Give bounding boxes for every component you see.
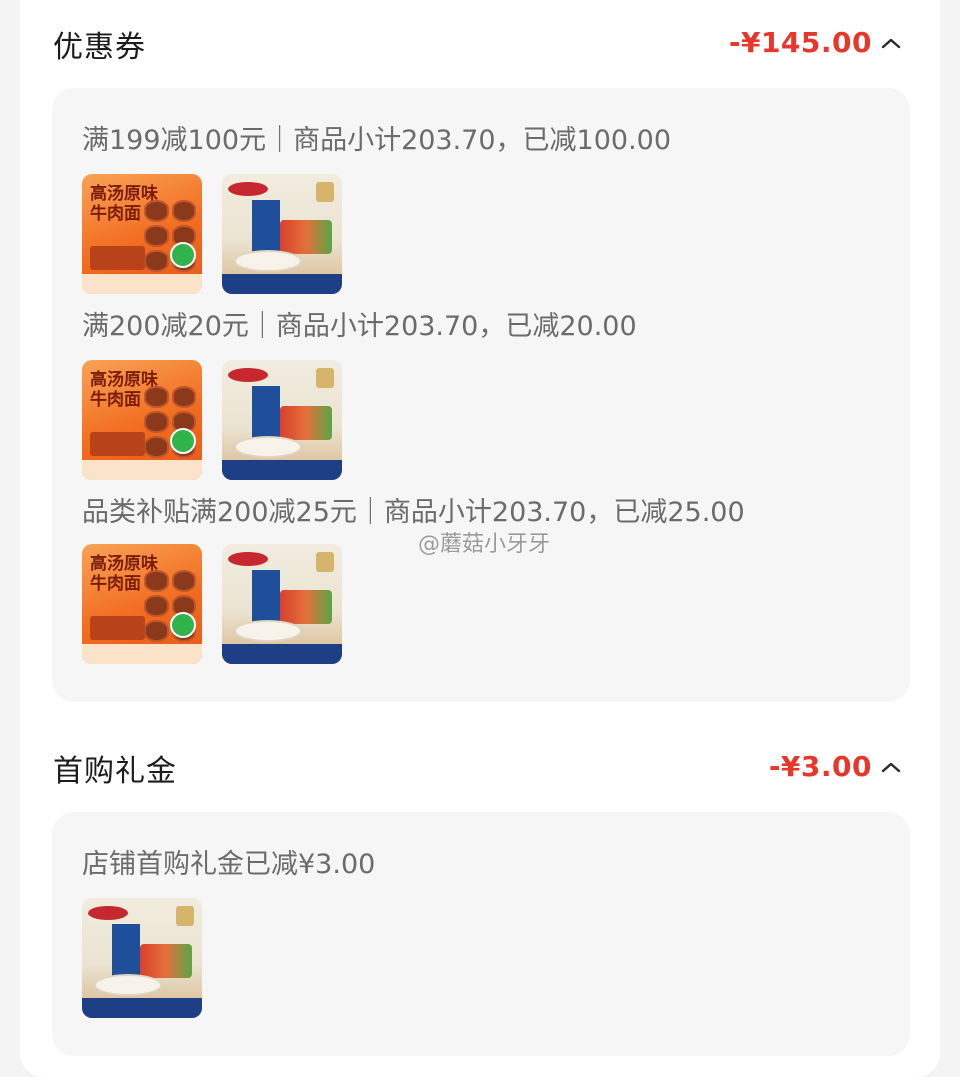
- watermark: @蘑菇小牙牙: [418, 532, 551, 557]
- coupon-total-amount: -¥145.00: [728, 26, 872, 59]
- chevron-up-icon: [881, 762, 901, 772]
- first-purchase-detail-panel: 店铺首购礼金已减¥3.00: [52, 812, 910, 1056]
- coupon-rule-1: 满199减100元｜商品小计203.70，已减100.00: [82, 125, 672, 156]
- first-purchase-section-title: 首购礼金: [53, 754, 177, 789]
- coupon-rule-3-products: 高汤原味牛肉面: [82, 544, 342, 664]
- coupon-detail-panel: 满199减100元｜商品小计203.70，已减100.00 高汤原味牛肉面 满2…: [52, 88, 910, 702]
- barilla-logo-icon: [228, 368, 268, 382]
- product-thumb-beef-noodle[interactable]: 高汤原味牛肉面: [82, 360, 202, 480]
- barilla-logo-icon: [88, 906, 128, 920]
- product-thumb-pasta[interactable]: [222, 360, 342, 480]
- coupon-rule-2-products: 高汤原味牛肉面: [82, 360, 342, 480]
- coupon-section-title: 优惠券: [53, 30, 146, 65]
- product-thumb-beef-noodle[interactable]: 高汤原味牛肉面: [82, 544, 202, 664]
- coupon-section-toggle[interactable]: -¥145.00: [729, 26, 902, 59]
- first-purchase-amount: -¥3.00: [768, 750, 872, 783]
- chevron-up-icon: [881, 38, 901, 48]
- product-thumb-beef-noodle[interactable]: 高汤原味牛肉面: [82, 174, 202, 294]
- first-purchase-section-toggle[interactable]: -¥3.00: [769, 750, 902, 783]
- coupon-rule-2: 满200减20元｜商品小计203.70，已减20.00: [82, 311, 637, 342]
- barilla-logo-icon: [228, 552, 268, 566]
- coupon-rule-3: 品类补贴满200减25元｜商品小计203.70，已减25.00: [82, 497, 745, 528]
- barilla-logo-icon: [228, 182, 268, 196]
- product-thumb-pasta[interactable]: [222, 174, 342, 294]
- product-thumb-pasta[interactable]: [222, 544, 342, 664]
- first-purchase-rule: 店铺首购礼金已减¥3.00: [82, 849, 376, 880]
- first-purchase-products: [82, 898, 202, 1018]
- coupon-rule-1-products: 高汤原味牛肉面: [82, 174, 342, 294]
- product-thumb-pasta[interactable]: [82, 898, 202, 1018]
